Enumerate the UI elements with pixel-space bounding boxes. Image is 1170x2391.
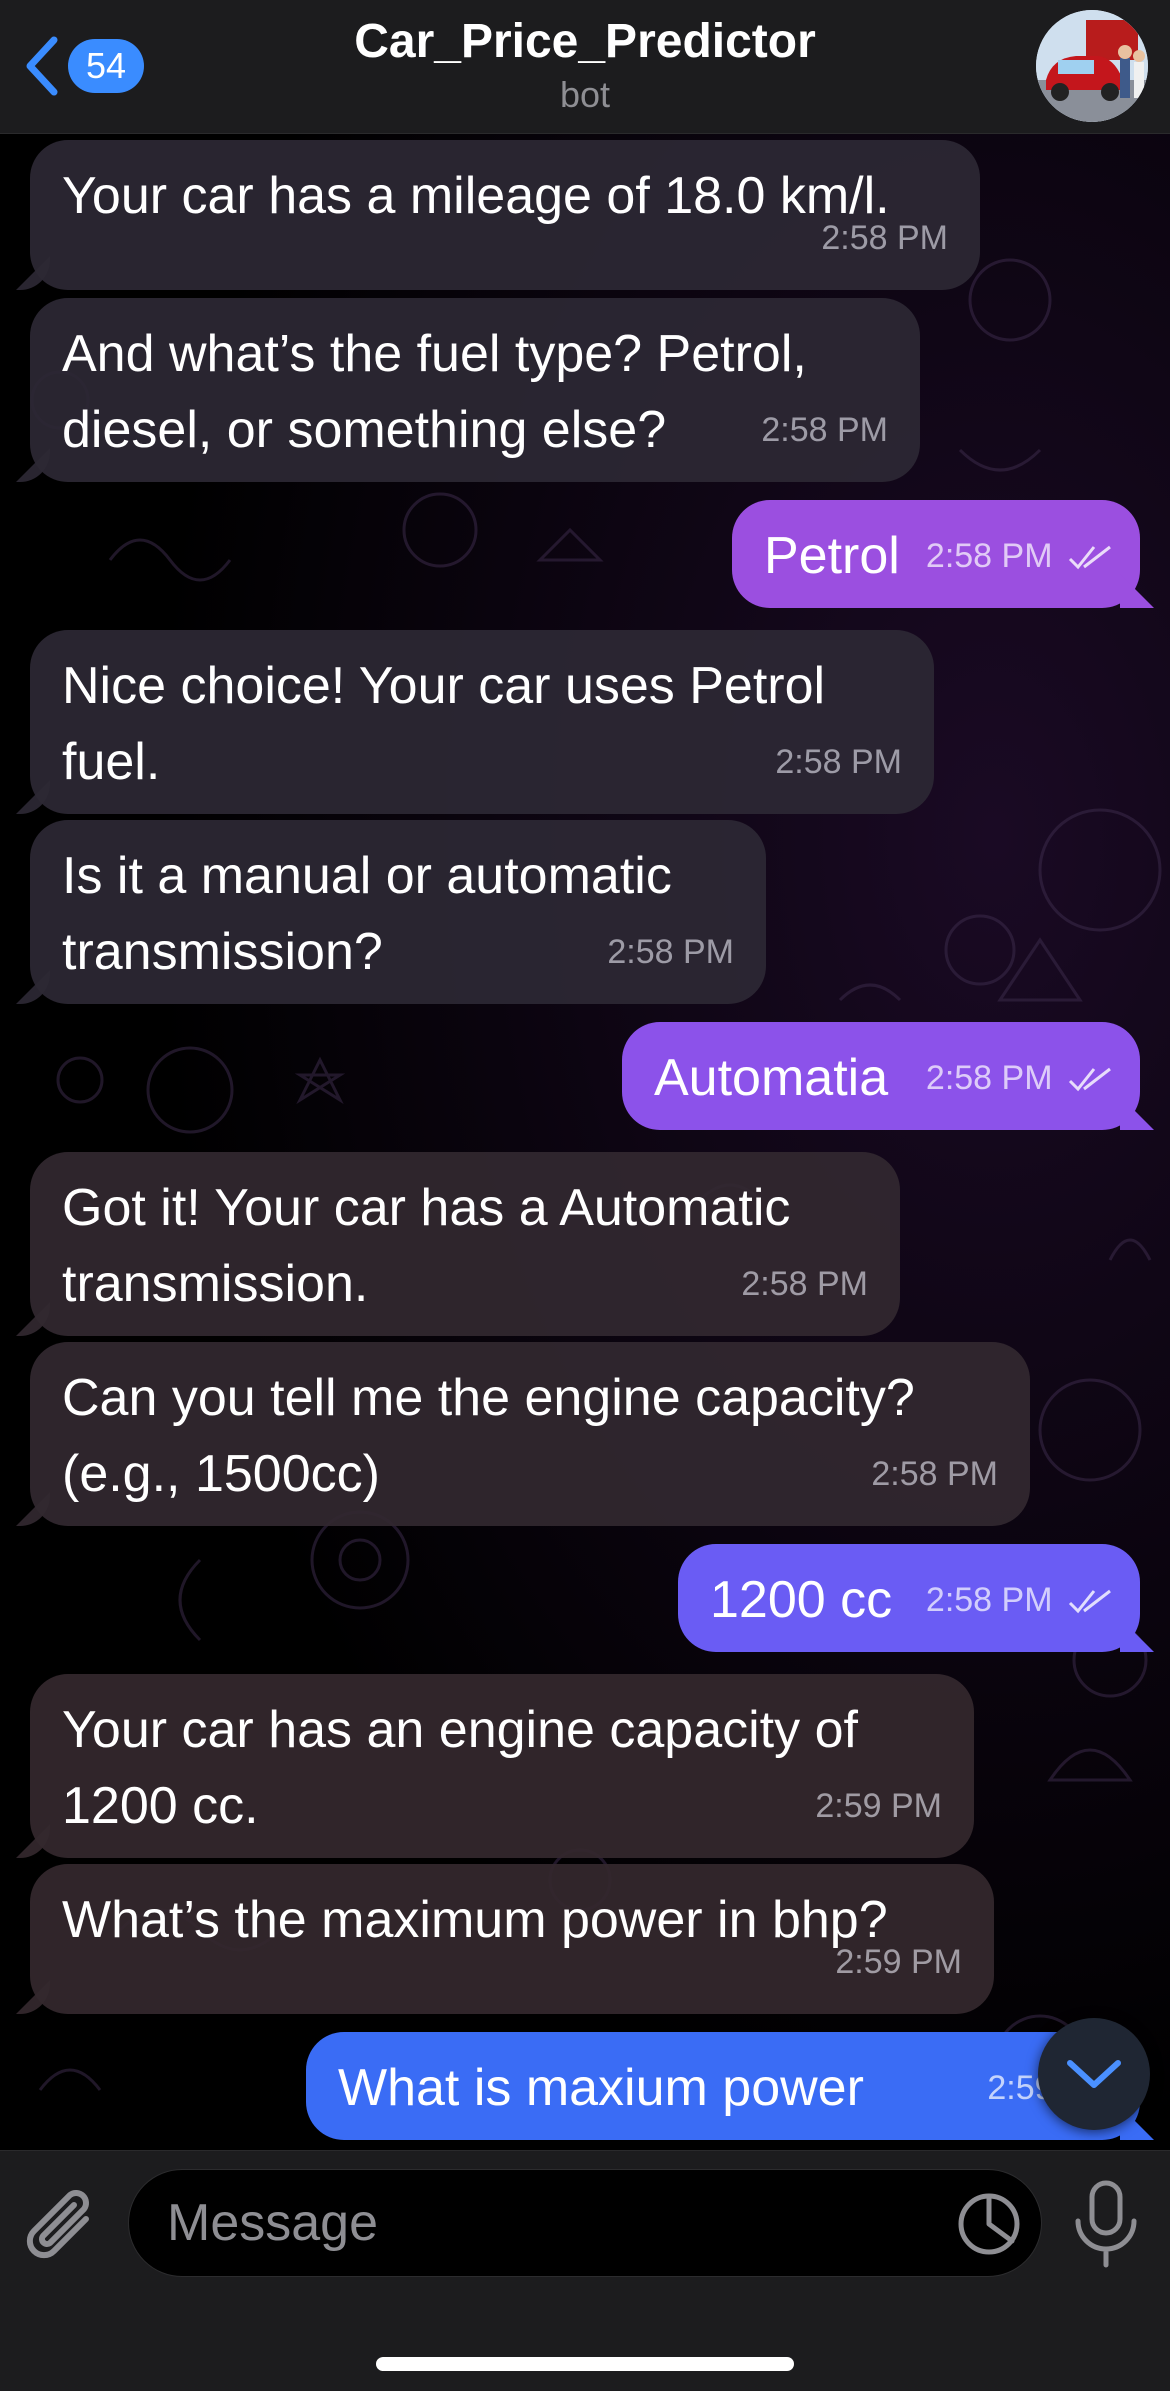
- double-check-icon: [1068, 1589, 1111, 1614]
- message-time: 2:58 PM: [871, 1455, 998, 1493]
- bot-avatar[interactable]: [1036, 10, 1148, 122]
- car-avatar-image: [1036, 10, 1148, 122]
- message-time: 2:59 PM: [815, 1787, 942, 1825]
- message-incoming[interactable]: Your car has a mileage of 18.0 km/l. 2:5…: [30, 140, 980, 290]
- message-time: 2:58 PM: [926, 518, 1114, 594]
- chat-subtitle: bot: [559, 74, 611, 115]
- message-text: What’s the maximum power in bhp?: [62, 1891, 888, 1949]
- message-time: 2:58 PM: [821, 219, 948, 257]
- message-text: Your car has a mileage of 18.0 km/l.: [62, 167, 890, 225]
- scroll-to-bottom-button[interactable]: [1038, 2018, 1150, 2130]
- message-time: 2:58 PM: [926, 1562, 1114, 1638]
- double-check-icon: [1068, 1067, 1111, 1092]
- message-time: 2:58 PM: [775, 743, 902, 781]
- message-time: 2:58 PM: [761, 411, 888, 449]
- message-outgoing[interactable]: Petrol 2:58 PM: [732, 500, 1140, 608]
- paperclip-icon[interactable]: [24, 2189, 108, 2279]
- message-outgoing[interactable]: Automatia 2:58 PM: [622, 1022, 1140, 1130]
- message-time-text: 2:58 PM: [925, 1581, 1053, 1619]
- message-text: Nice choice! Your car uses Petrol fuel.: [62, 657, 840, 791]
- message-text: Automatia: [654, 1049, 889, 1107]
- message-text: Your car has an engine capacity of 1200 …: [62, 1701, 873, 1835]
- message-time: 2:58 PM: [926, 1040, 1114, 1116]
- message-incoming[interactable]: Got it! Your car has a Automatic transmi…: [30, 1152, 900, 1336]
- chat-header: 54 Car_Price_Predictor bot: [0, 0, 1170, 134]
- message-time-text: 2:58 PM: [925, 1059, 1053, 1097]
- message-composer: [0, 2150, 1170, 2391]
- message-time: 2:58 PM: [607, 933, 734, 971]
- double-check-icon: [1068, 545, 1111, 570]
- microphone-icon[interactable]: [1070, 2179, 1142, 2269]
- message-text: Got it! Your car has a Automatic transmi…: [62, 1179, 805, 1313]
- sticker-icon[interactable]: [954, 2189, 1024, 2259]
- message-time: 2:58 PM: [741, 1265, 868, 1303]
- message-time-text: 2:58 PM: [925, 537, 1053, 575]
- message-input[interactable]: [128, 2169, 1042, 2277]
- message-outgoing[interactable]: What is maxium power 2:59 PM: [306, 2032, 1140, 2140]
- message-text: Is it a manual or automatic transmission…: [62, 847, 687, 981]
- message-text: What is maxium power: [338, 2059, 864, 2117]
- message-list[interactable]: Your car has a mileage of 18.0 km/l. 2:5…: [0, 134, 1170, 2150]
- message-outgoing[interactable]: 1200 cc 2:58 PM: [678, 1544, 1140, 1652]
- chat-title[interactable]: Car_Price_Predictor: [0, 14, 1170, 69]
- message-incoming[interactable]: And what’s the fuel type? Petrol, diesel…: [30, 298, 920, 482]
- home-indicator: [376, 2357, 794, 2371]
- message-text: Petrol: [764, 527, 900, 585]
- message-text: And what’s the fuel type? Petrol, diesel…: [62, 325, 822, 459]
- message-incoming[interactable]: Your car has an engine capacity of 1200 …: [30, 1674, 974, 1858]
- message-incoming[interactable]: Is it a manual or automatic transmission…: [30, 820, 766, 1004]
- message-incoming[interactable]: Can you tell me the engine capacity? (e.…: [30, 1342, 1030, 1526]
- message-incoming[interactable]: What’s the maximum power in bhp? 2:59 PM: [30, 1864, 994, 2014]
- message-text: 1200 cc: [710, 1571, 893, 1629]
- message-incoming[interactable]: Nice choice! Your car uses Petrol fuel. …: [30, 630, 934, 814]
- message-text: Can you tell me the engine capacity? (e.…: [62, 1369, 930, 1503]
- message-time: 2:59 PM: [835, 1943, 962, 1981]
- chevron-down-icon: [1067, 2060, 1121, 2088]
